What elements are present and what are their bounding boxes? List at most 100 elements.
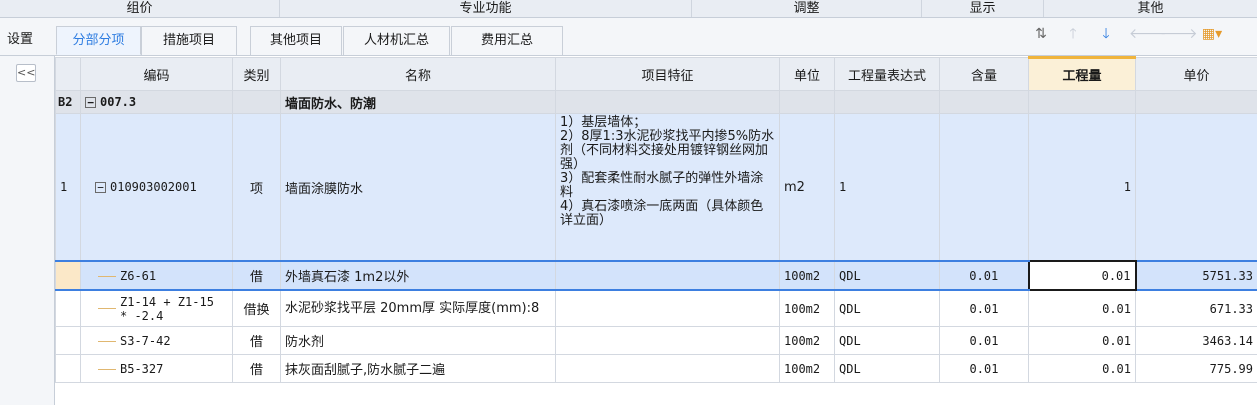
quota-price[interactable]: 671.33 — [1135, 289, 1257, 327]
ribbon-group-display: 显示 — [922, 0, 1044, 17]
move-right-icon[interactable]: 🡒 — [1160, 24, 1198, 44]
quota-name[interactable]: 外墙真石漆 1m2以外 — [280, 260, 556, 291]
quota-expr[interactable]: QDL — [834, 354, 940, 383]
item-features[interactable]: 1）基层墙体； 2）8厚1:3水泥砂浆找平内掺5%防水剂（不同材料交接处用镀锌钢… — [555, 113, 780, 262]
quota-expr[interactable]: QDL — [834, 260, 940, 291]
quota-unit[interactable]: 100m2 — [779, 260, 835, 291]
section-row[interactable]: B2 −007.3 墙面防水、防潮 — [55, 90, 1257, 114]
quota-type[interactable]: 借 — [232, 354, 281, 383]
col-header-features[interactable]: 项目特征 — [555, 57, 780, 91]
section-name[interactable]: 墙面防水、防潮 — [280, 90, 556, 114]
item-index: 1 — [55, 113, 81, 262]
tab-feiyong-huizong[interactable]: 费用汇总 — [451, 26, 563, 55]
tab-fenbu-fenxiang[interactable]: 分部分项 — [56, 26, 141, 55]
quota-code-cell[interactable]: B5-327 — [80, 354, 233, 383]
ribbon-group-professional: 专业功能 — [280, 0, 692, 17]
quota-qty[interactable]: 0.01 — [1028, 326, 1136, 355]
quota-row[interactable]: S3-7-42 借 防水剂 100m2 QDL 0.01 0.01 3463.1… — [55, 326, 1257, 355]
section-index: B2 — [55, 90, 81, 114]
item-name[interactable]: 墙面涂膜防水 — [280, 113, 556, 262]
quota-row-index — [55, 354, 81, 383]
quota-row[interactable]: Z6-61 借 外墙真石漆 1m2以外 100m2 QDL 0.01 0.01 … — [55, 260, 1257, 291]
quota-expr[interactable]: QDL — [834, 326, 940, 355]
quota-name[interactable]: 抹灰面刮腻子,防水腻子二遍 — [280, 354, 556, 383]
bill-item-row[interactable]: 1 −010903002001 项 墙面涂膜防水 1）基层墙体； 2）8厚1:3… — [55, 113, 1257, 262]
col-header-qty[interactable]: 工程量 — [1028, 56, 1136, 91]
left-gutter: << — [0, 56, 55, 405]
quota-type[interactable]: 借 — [232, 260, 281, 291]
quota-features-cell[interactable] — [555, 326, 780, 355]
item-qty[interactable]: 1 — [1028, 113, 1136, 262]
quota-price[interactable]: 775.99 — [1135, 354, 1257, 383]
section-type-cell[interactable] — [232, 90, 281, 114]
move-down-icon[interactable]: 🡓 — [1097, 24, 1115, 44]
quota-content[interactable]: 0.01 — [939, 260, 1029, 291]
collapse-sidebar-button[interactable]: << — [16, 64, 36, 82]
ribbon-group-bar: 组价 专业功能 调整 显示 其他 — [0, 0, 1257, 18]
col-header-unit[interactable]: 单位 — [779, 57, 835, 91]
quota-row[interactable]: Z1-14 + Z1-15 * -2.4 借换 水泥砂浆找平层 20mm厚 实际… — [55, 289, 1257, 327]
quota-name[interactable]: 防水剂 — [280, 326, 556, 355]
section-expr-cell[interactable] — [834, 90, 940, 114]
quota-code: Z1-14 + Z1-15 * -2.4 — [120, 294, 214, 323]
move-left-icon[interactable]: 🡐 — [1129, 24, 1167, 44]
sort-icon[interactable]: ⇅ — [1032, 24, 1050, 44]
tab-bar: 设置 分部分项 措施项目 其他项目 人材机汇总 费用汇总 ⇅ 🡑 🡓 🡐 🡒 ▦… — [0, 18, 1257, 56]
section-unit-cell[interactable] — [779, 90, 835, 114]
quota-content[interactable]: 0.01 — [939, 326, 1029, 355]
ribbon-group-other: 其他 — [1137, 1, 1164, 16]
quota-qty-input[interactable]: 0.01 — [1027, 260, 1137, 291]
section-code-cell[interactable]: −007.3 — [80, 90, 233, 114]
collapse-section-icon[interactable]: − — [85, 97, 96, 108]
quota-row[interactable]: B5-327 借 抹灰面刮腻子,防水腻子二遍 100m2 QDL 0.01 0.… — [55, 354, 1257, 383]
palette-icon[interactable]: ▦▾ — [1197, 24, 1227, 44]
settings-tab[interactable]: 设置 — [0, 26, 40, 55]
item-type[interactable]: 项 — [232, 113, 281, 262]
section-features-cell[interactable] — [555, 90, 780, 114]
tab-qita-xiangmu[interactable]: 其他项目 — [250, 26, 342, 55]
quota-type[interactable]: 借 — [232, 326, 281, 355]
section-content-cell[interactable] — [939, 90, 1029, 114]
col-header-index — [55, 57, 81, 91]
move-up-icon[interactable]: 🡑 — [1064, 24, 1082, 44]
quota-price[interactable]: 3463.14 — [1135, 326, 1257, 355]
col-header-price[interactable]: 单价 — [1135, 57, 1257, 91]
quota-unit[interactable]: 100m2 — [779, 326, 835, 355]
quota-code-cell[interactable]: Z6-61 — [80, 260, 233, 291]
col-header-name[interactable]: 名称 — [280, 57, 556, 91]
quota-features-cell[interactable] — [555, 354, 780, 383]
quota-unit[interactable]: 100m2 — [779, 289, 835, 327]
item-expr[interactable]: 1 — [834, 113, 940, 262]
col-header-type[interactable]: 类别 — [232, 57, 281, 91]
quota-features-cell[interactable] — [555, 289, 780, 327]
tab-rencaiji-huizong[interactable]: 人材机汇总 — [343, 26, 450, 55]
quota-name[interactable]: 水泥砂浆找平层 20mm厚 实际厚度(mm):8 — [280, 289, 556, 327]
section-price-cell[interactable] — [1135, 90, 1257, 114]
quota-price[interactable]: 5751.33 — [1135, 260, 1257, 291]
section-qty-cell[interactable] — [1028, 90, 1136, 114]
quota-content[interactable]: 0.01 — [939, 354, 1029, 383]
quota-code-cell[interactable]: S3-7-42 — [80, 326, 233, 355]
quota-qty[interactable]: 0.01 — [1028, 354, 1136, 383]
section-code: 007.3 — [100, 95, 137, 109]
quota-content[interactable]: 0.01 — [939, 289, 1029, 327]
item-features-text: 1）基层墙体； 2）8厚1:3水泥砂浆找平内掺5%防水剂（不同材料交接处用镀锌钢… — [560, 115, 775, 228]
col-header-expr[interactable]: 工程量表达式 — [834, 57, 940, 91]
quota-row-index — [55, 260, 81, 291]
tab-cuoshi-xiangmu[interactable]: 措施项目 — [141, 26, 237, 55]
quota-code: B5-327 — [120, 361, 164, 376]
collapse-item-icon[interactable]: − — [95, 182, 106, 193]
quota-expr[interactable]: QDL — [834, 289, 940, 327]
quota-features-cell[interactable] — [555, 260, 780, 291]
item-price-cell[interactable] — [1135, 113, 1257, 262]
col-header-content[interactable]: 含量 — [939, 57, 1029, 91]
col-header-code[interactable]: 编码 — [80, 57, 233, 91]
quota-qty[interactable]: 0.01 — [1028, 289, 1136, 327]
quota-type[interactable]: 借换 — [232, 289, 281, 327]
quota-unit[interactable]: 100m2 — [779, 354, 835, 383]
item-content-cell[interactable] — [939, 113, 1029, 262]
item-code-cell[interactable]: −010903002001 — [80, 113, 233, 262]
item-unit[interactable]: m2 — [779, 113, 835, 262]
quota-code-cell[interactable]: Z1-14 + Z1-15 * -2.4 — [80, 289, 233, 327]
ribbon-group-adjust: 调整 — [692, 0, 922, 17]
